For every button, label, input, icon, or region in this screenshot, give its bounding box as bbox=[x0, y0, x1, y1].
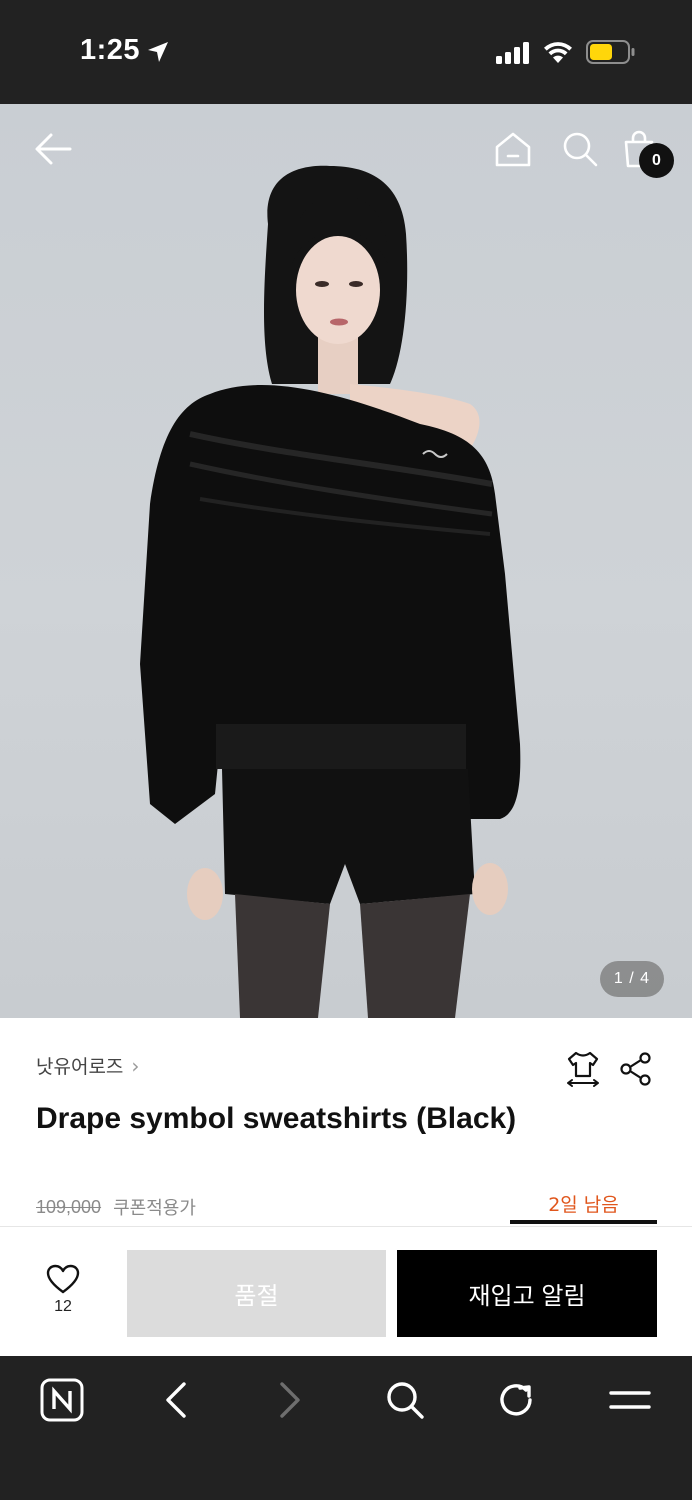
days-left-tab[interactable]: 2일 남음 bbox=[510, 1190, 657, 1217]
product-title: Drape symbol sweatshirts (Black) bbox=[36, 1102, 517, 1135]
menu-icon[interactable] bbox=[608, 1378, 652, 1422]
restock-alert-button[interactable]: 재입고 알림 bbox=[397, 1250, 657, 1337]
browser-toolbar bbox=[0, 1356, 692, 1500]
naver-icon[interactable] bbox=[40, 1378, 84, 1422]
battery-icon bbox=[586, 40, 635, 64]
reload-icon[interactable] bbox=[496, 1378, 538, 1422]
brand-link[interactable]: 낫유어로즈 › bbox=[36, 1052, 139, 1079]
like-count: 12 bbox=[54, 1298, 72, 1315]
back-arrow-icon[interactable] bbox=[34, 132, 72, 166]
model-photo bbox=[140, 165, 521, 1018]
cart-count-badge[interactable]: 0 bbox=[639, 143, 674, 178]
divider bbox=[0, 1226, 692, 1227]
heart-icon bbox=[46, 1264, 80, 1294]
like-button[interactable]: 12 bbox=[30, 1264, 96, 1316]
tab-underline bbox=[510, 1220, 657, 1224]
status-time: 1:25 bbox=[80, 34, 141, 66]
gallery-counter: 1 / 4 bbox=[600, 961, 664, 997]
location-arrow-icon bbox=[148, 42, 168, 62]
forward-chevron-icon[interactable] bbox=[274, 1378, 306, 1422]
search-icon[interactable] bbox=[561, 130, 599, 168]
search-icon[interactable] bbox=[384, 1378, 426, 1422]
back-chevron-icon[interactable] bbox=[160, 1378, 192, 1422]
chevron-right-icon: › bbox=[131, 1053, 140, 1078]
product-image[interactable]: 1 / 4 bbox=[0, 104, 692, 1018]
status-bar: 1:25 bbox=[0, 0, 692, 104]
coupon-price-label: 쿠폰적용가 bbox=[113, 1198, 196, 1219]
original-price: 109,000 bbox=[36, 1196, 102, 1217]
wifi-icon bbox=[544, 42, 572, 63]
soldout-button[interactable]: 품절 bbox=[127, 1250, 386, 1337]
cellular-signal-icon bbox=[496, 42, 529, 64]
home-icon[interactable] bbox=[494, 130, 532, 168]
share-icon[interactable] bbox=[620, 1052, 652, 1086]
brand-name: 낫유어로즈 bbox=[36, 1056, 124, 1078]
size-guide-icon[interactable] bbox=[565, 1050, 601, 1088]
price-row: 109,000 쿠폰적용가 bbox=[36, 1194, 196, 1220]
